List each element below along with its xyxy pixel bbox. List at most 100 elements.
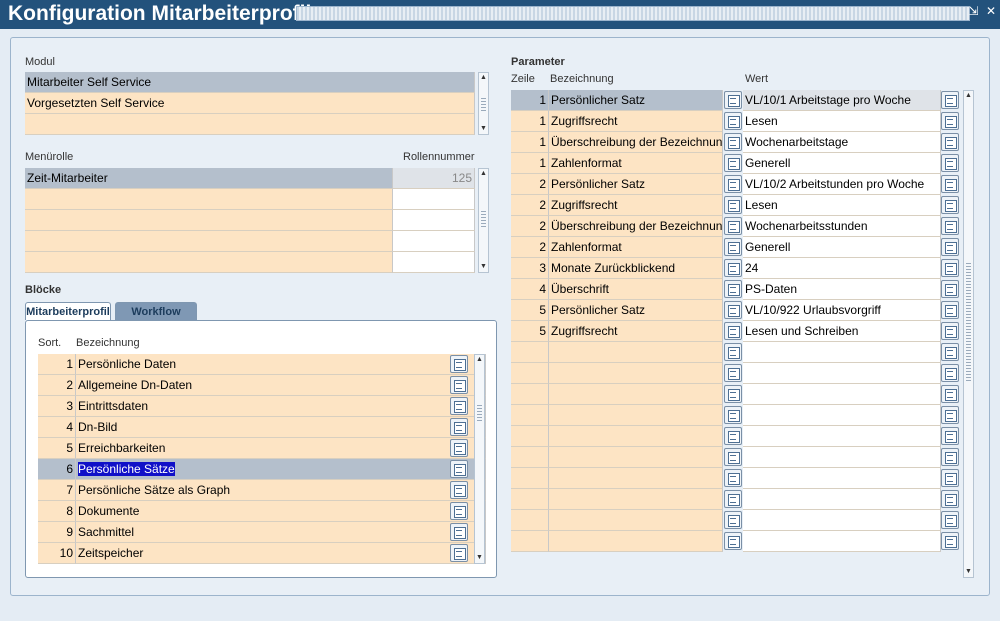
list-values-icon[interactable] bbox=[941, 427, 959, 445]
list-values-icon[interactable] bbox=[450, 481, 468, 499]
param-zeile[interactable] bbox=[511, 531, 549, 552]
scroll-up-icon[interactable]: ▲ bbox=[479, 73, 488, 83]
param-name[interactable] bbox=[549, 468, 723, 489]
list-values-icon[interactable] bbox=[450, 418, 468, 436]
menurolle-number[interactable] bbox=[393, 189, 475, 210]
list-values-icon[interactable] bbox=[941, 112, 959, 130]
menurolle-number[interactable] bbox=[393, 252, 475, 273]
menurolle-number[interactable] bbox=[393, 210, 475, 231]
scroll-down-icon[interactable]: ▼ bbox=[964, 567, 973, 577]
list-values-icon[interactable] bbox=[941, 511, 959, 529]
scroll-down-icon[interactable]: ▼ bbox=[475, 553, 484, 563]
param-value[interactable]: Wochenarbeitsstunden bbox=[743, 216, 941, 237]
param-zeile[interactable] bbox=[511, 489, 549, 510]
parameter-scrollbar[interactable]: ▲ ▼ bbox=[963, 90, 974, 578]
param-zeile[interactable]: 2 bbox=[511, 237, 549, 258]
list-values-icon[interactable] bbox=[941, 448, 959, 466]
list-values-icon[interactable] bbox=[941, 469, 959, 487]
param-value[interactable]: PS-Daten bbox=[743, 279, 941, 300]
list-values-icon[interactable] bbox=[941, 406, 959, 424]
param-name[interactable]: Persönlicher Satz bbox=[549, 300, 723, 321]
block-sort[interactable]: 6 bbox=[38, 459, 76, 480]
param-value[interactable]: VL/10/922 Urlaubsvorgriff bbox=[743, 300, 941, 321]
scroll-thumb[interactable] bbox=[966, 261, 971, 381]
param-value[interactable] bbox=[743, 531, 941, 552]
param-name[interactable] bbox=[549, 384, 723, 405]
param-name[interactable] bbox=[549, 447, 723, 468]
list-values-icon[interactable] bbox=[450, 460, 468, 478]
list-values-icon[interactable] bbox=[941, 196, 959, 214]
param-value[interactable] bbox=[743, 405, 941, 426]
param-name[interactable]: Monate Zurückblickend bbox=[549, 258, 723, 279]
param-value[interactable] bbox=[743, 447, 941, 468]
list-values-icon[interactable] bbox=[941, 280, 959, 298]
param-zeile[interactable]: 3 bbox=[511, 258, 549, 279]
param-value[interactable]: Lesen und Schreiben bbox=[743, 321, 941, 342]
param-value[interactable]: Wochenarbeitstage bbox=[743, 132, 941, 153]
param-zeile[interactable]: 4 bbox=[511, 279, 549, 300]
scroll-thumb[interactable] bbox=[481, 209, 486, 227]
scroll-up-icon[interactable]: ▲ bbox=[479, 169, 488, 179]
param-name[interactable] bbox=[549, 510, 723, 531]
modul-item[interactable]: Mitarbeiter Self Service bbox=[25, 72, 475, 93]
param-name[interactable]: Zugriffsrecht bbox=[549, 195, 723, 216]
menurolle-name[interactable] bbox=[25, 189, 393, 210]
list-values-icon[interactable] bbox=[724, 175, 742, 193]
list-values-icon[interactable] bbox=[450, 502, 468, 520]
menurolle-name[interactable]: Zeit-Mitarbeiter bbox=[25, 168, 393, 189]
block-name[interactable]: Allgemeine Dn-Daten bbox=[76, 375, 486, 396]
param-value[interactable] bbox=[743, 363, 941, 384]
param-zeile[interactable]: 1 bbox=[511, 90, 549, 111]
list-values-icon[interactable] bbox=[724, 343, 742, 361]
block-sort[interactable]: 7 bbox=[38, 480, 76, 501]
param-value[interactable]: VL/10/1 Arbeitstage pro Woche bbox=[743, 90, 941, 111]
menurolle-name[interactable] bbox=[25, 252, 393, 273]
list-values-icon[interactable] bbox=[724, 322, 742, 340]
restore-icon[interactable]: ⇲ bbox=[969, 4, 979, 18]
param-value[interactable] bbox=[743, 468, 941, 489]
list-values-icon[interactable] bbox=[724, 217, 742, 235]
block-name[interactable]: Zeitspeicher bbox=[76, 543, 486, 564]
block-name[interactable]: Dokumente bbox=[76, 501, 486, 522]
param-zeile[interactable] bbox=[511, 405, 549, 426]
scroll-thumb[interactable] bbox=[477, 403, 482, 421]
list-values-icon[interactable] bbox=[941, 322, 959, 340]
list-values-icon[interactable] bbox=[724, 280, 742, 298]
list-values-icon[interactable] bbox=[724, 532, 742, 550]
list-values-icon[interactable] bbox=[724, 511, 742, 529]
scroll-thumb[interactable] bbox=[481, 97, 486, 111]
param-value[interactable]: Lesen bbox=[743, 195, 941, 216]
param-value[interactable] bbox=[743, 510, 941, 531]
list-values-icon[interactable] bbox=[450, 355, 468, 373]
list-values-icon[interactable] bbox=[724, 112, 742, 130]
menurolle-name[interactable] bbox=[25, 210, 393, 231]
tab-mitarbeiterprofil[interactable]: Mitarbeiterprofil bbox=[25, 302, 111, 320]
param-zeile[interactable]: 1 bbox=[511, 132, 549, 153]
scroll-up-icon[interactable]: ▲ bbox=[475, 355, 484, 365]
menurolle-number[interactable]: 125 bbox=[393, 168, 475, 189]
list-values-icon[interactable] bbox=[724, 196, 742, 214]
list-values-icon[interactable] bbox=[724, 259, 742, 277]
param-name[interactable]: Persönlicher Satz bbox=[549, 174, 723, 195]
list-values-icon[interactable] bbox=[724, 133, 742, 151]
param-name[interactable]: Überschrift bbox=[549, 279, 723, 300]
list-values-icon[interactable] bbox=[941, 343, 959, 361]
block-sort[interactable]: 1 bbox=[38, 354, 76, 375]
list-values-icon[interactable] bbox=[724, 301, 742, 319]
param-zeile[interactable]: 5 bbox=[511, 321, 549, 342]
modul-scrollbar[interactable]: ▲ ▼ bbox=[478, 72, 489, 135]
menurolle-number[interactable] bbox=[393, 231, 475, 252]
list-values-icon[interactable] bbox=[941, 385, 959, 403]
param-name[interactable] bbox=[549, 531, 723, 552]
param-value[interactable]: VL/10/2 Arbeitstunden pro Woche bbox=[743, 174, 941, 195]
param-value[interactable]: Generell bbox=[743, 153, 941, 174]
list-values-icon[interactable] bbox=[941, 154, 959, 172]
list-values-icon[interactable] bbox=[450, 439, 468, 457]
list-values-icon[interactable] bbox=[724, 154, 742, 172]
param-name[interactable]: Zugriffsrecht bbox=[549, 321, 723, 342]
list-values-icon[interactable] bbox=[941, 91, 959, 109]
param-zeile[interactable]: 1 bbox=[511, 111, 549, 132]
list-values-icon[interactable] bbox=[724, 448, 742, 466]
param-value[interactable] bbox=[743, 384, 941, 405]
block-sort[interactable]: 5 bbox=[38, 438, 76, 459]
